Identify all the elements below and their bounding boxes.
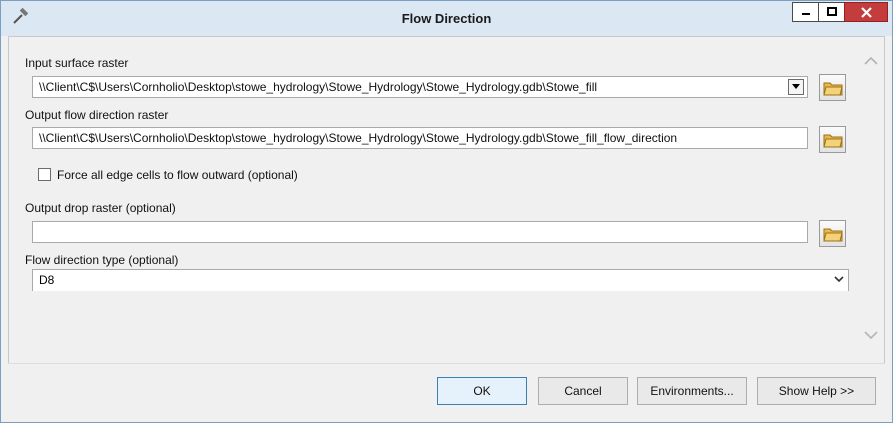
flow-direction-type-value: D8	[39, 273, 55, 287]
browse-output-button[interactable]	[819, 126, 846, 153]
triangle-down-icon	[792, 84, 800, 89]
cancel-button[interactable]: Cancel	[538, 377, 628, 405]
scrollbar[interactable]	[861, 56, 881, 346]
folder-icon	[822, 134, 843, 147]
flow-direction-type-select[interactable]: D8	[32, 269, 849, 291]
output-flow-direction-raster-label: Output flow direction raster	[25, 108, 169, 122]
title-bar[interactable]: Flow Direction	[1, 1, 892, 36]
chevron-down-icon[interactable]	[864, 330, 878, 340]
chevron-down-icon	[834, 276, 844, 283]
flow-direction-type-label: Flow direction type (optional)	[25, 253, 179, 267]
folder-icon	[822, 82, 843, 95]
input-surface-raster-label: Input surface raster	[25, 56, 129, 70]
output-drop-raster-field[interactable]	[32, 221, 808, 243]
maximize-icon	[826, 7, 837, 16]
input-surface-raster-dropdown[interactable]	[788, 79, 804, 95]
force-edge-label: Force all edge cells to flow outward (op…	[57, 168, 298, 182]
close-icon	[860, 6, 872, 18]
minimize-button[interactable]	[792, 2, 819, 22]
browse-input-button[interactable]	[819, 74, 846, 101]
input-surface-raster-value: \\Client\C$\Users\Cornholio\Desktop\stow…	[39, 80, 598, 94]
show-help-button[interactable]: Show Help >>	[757, 377, 876, 405]
ok-button[interactable]: OK	[437, 377, 527, 405]
folder-icon	[822, 228, 843, 241]
maximize-button[interactable]	[818, 2, 845, 22]
chevron-up-icon[interactable]	[864, 56, 878, 66]
browse-drop-button[interactable]	[819, 220, 846, 247]
close-button[interactable]	[844, 2, 888, 22]
input-surface-raster-field[interactable]: \\Client\C$\Users\Cornholio\Desktop\stow…	[32, 76, 808, 98]
force-edge-checkbox[interactable]	[38, 168, 51, 181]
output-flow-direction-raster-field[interactable]: \\Client\C$\Users\Cornholio\Desktop\stow…	[32, 127, 808, 149]
window-title: Flow Direction	[401, 11, 492, 26]
flow-direction-dialog: Flow Direction Input surface raster \\Cl…	[0, 0, 893, 423]
output-drop-raster-label: Output drop raster (optional)	[25, 201, 176, 215]
minimize-icon	[801, 13, 810, 15]
environments-button[interactable]: Environments...	[637, 377, 747, 405]
